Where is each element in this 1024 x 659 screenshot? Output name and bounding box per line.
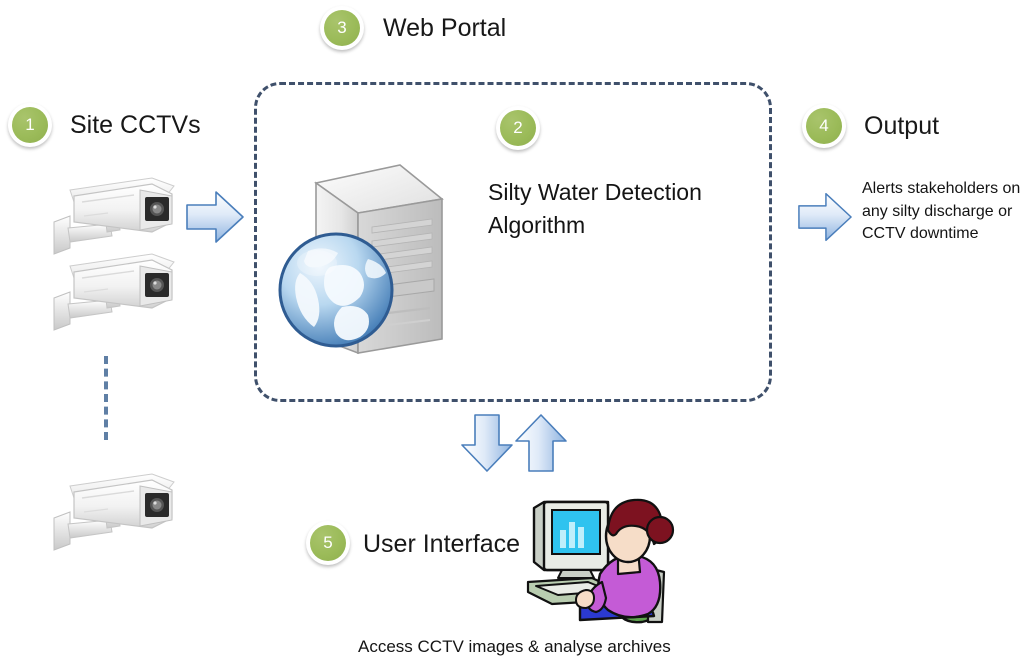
step-label-web-portal: Web Portal (383, 14, 507, 42)
arrow-down-icon (458, 412, 516, 474)
dashed-continuation-line (104, 356, 108, 440)
output-description: Alerts stakeholders on any silty dischar… (862, 180, 1021, 243)
step-label-output: Output (864, 112, 940, 140)
arrow-up-icon (512, 412, 570, 474)
step-number-3: 3 (324, 10, 360, 46)
step-number-4: 4 (806, 108, 842, 144)
step-label-site-cctvs: Site CCTVs (70, 111, 201, 139)
step-label-user-interface: User Interface (363, 530, 521, 558)
algorithm-label: Silty Water Detection Algorithm (488, 179, 702, 239)
arrow-right-icon-input (184, 188, 246, 246)
step-badge-2: 2 (496, 106, 540, 150)
footer-caption: Access CCTV images & analyse archives (358, 637, 671, 656)
step-number-5: 5 (310, 525, 346, 561)
arrow-right-icon-output (796, 190, 854, 244)
diagram-canvas: 3 Web Portal 1 Site CCTVs 2 Silty Water … (0, 0, 1024, 659)
step-badge-1: 1 (8, 103, 52, 147)
step-badge-5: 5 (306, 521, 350, 565)
cctv-camera-icon-2 (48, 248, 178, 346)
cctv-camera-icon-3 (48, 468, 178, 566)
step-number-2: 2 (500, 110, 536, 146)
web-server-globe-icon (272, 155, 472, 370)
step-number-1: 1 (12, 107, 48, 143)
step-badge-4: 4 (802, 104, 846, 148)
step-badge-3: 3 (320, 6, 364, 50)
person-at-computer-icon (522, 496, 682, 624)
